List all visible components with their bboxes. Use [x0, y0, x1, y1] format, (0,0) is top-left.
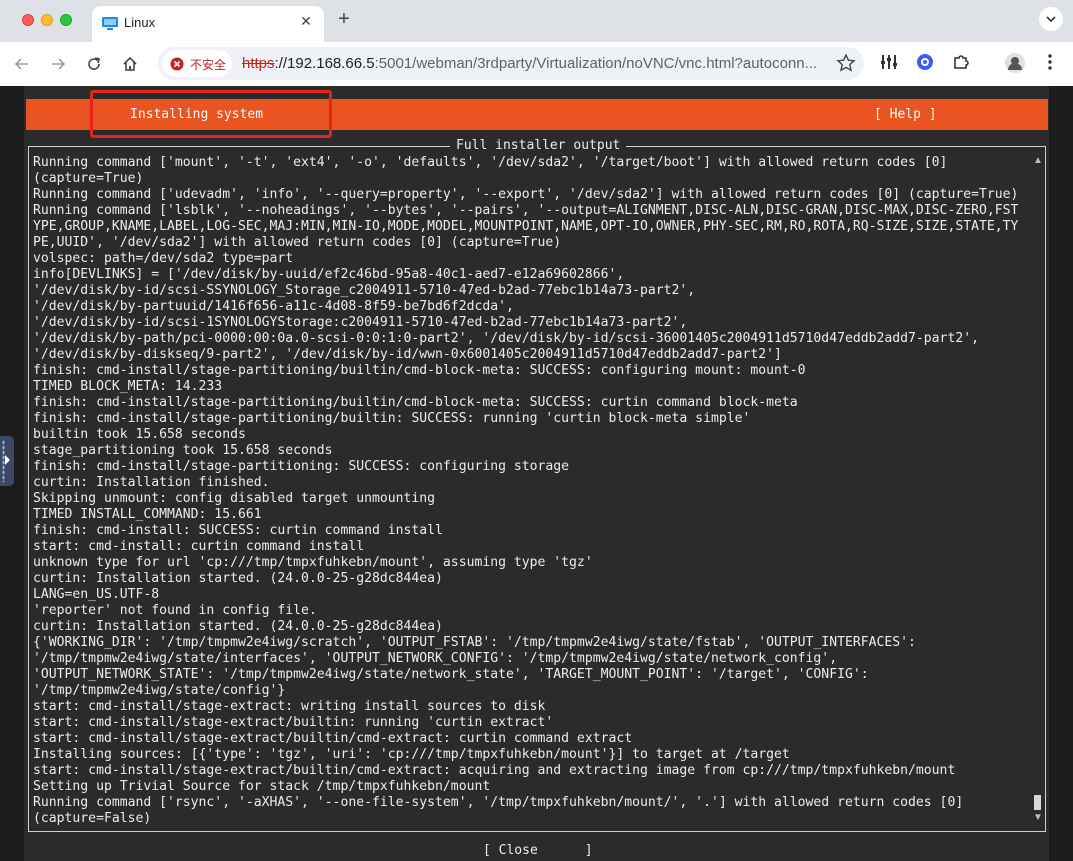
browser-tab-linux[interactable]: Linux ✕: [92, 6, 324, 42]
log-line: Running command ['lsblk', '--noheadings'…: [33, 203, 1019, 218]
tab-search-button[interactable]: [1039, 7, 1063, 31]
log-line: finish: cmd-install/stage-partitioning/b…: [33, 363, 806, 378]
window-close-button[interactable]: [22, 14, 34, 26]
log-line: finish: cmd-install/stage-partitioning/b…: [33, 395, 798, 410]
log-line: '/dev/disk/by-id/scsi-1SYNOLOGYStorage:c…: [33, 315, 688, 330]
synology-vm-icon: [102, 17, 118, 31]
log-line: PE,UUID', '/dev/sda2'] with allowed retu…: [33, 235, 562, 250]
log-line: builtin took 15.658 seconds: [33, 427, 246, 442]
log-line: '/tmp/tmpmw2e4iwg/state/config'}: [33, 683, 286, 698]
log-line: '/dev/disk/by-id/scsi-SSYNOLOGY_Storage_…: [33, 283, 696, 298]
log-line: '/dev/disk/by-partuuid/1416f656-a11c-4d0…: [33, 299, 514, 314]
log-line: 'reporter' not found in config file.: [33, 603, 317, 618]
scroll-down-arrow-icon[interactable]: ▼: [1033, 812, 1043, 823]
novnc-control-bar-handle[interactable]: [0, 436, 14, 486]
log-line: curtin: Installation started. (24.0.0-25…: [33, 619, 443, 634]
log-line: stage_partitioning took 15.658 seconds: [33, 443, 333, 458]
scroll-up-arrow-icon[interactable]: ▲: [1033, 155, 1043, 166]
log-line: YPE,GROUP,KNAME,LABEL,LOG-SEC,MAJ:MIN,MI…: [33, 219, 1019, 234]
log-line: start: cmd-install/stage-extract/builtin…: [33, 731, 633, 746]
log-line: Running command ['udevadm', 'info', '--q…: [33, 187, 1019, 202]
url-text[interactable]: https://192.168.66.5:5001/webman/3rdpart…: [242, 55, 832, 72]
log-line: start: cmd-install/stage-extract/builtin…: [33, 763, 956, 778]
log-line: (capture=False): [33, 811, 152, 826]
log-line: Setting up Trivial Source for stack /tmp…: [33, 779, 491, 794]
log-line: curtin: Installation started. (24.0.0-25…: [33, 571, 443, 586]
url-host: ://192.168.66.5: [274, 55, 375, 72]
extensions-puzzle-icon[interactable]: [951, 52, 971, 72]
expand-arrow-icon: [5, 455, 10, 465]
log-line: start: cmd-install: curtin command insta…: [33, 539, 365, 554]
url-scheme: https: [242, 55, 275, 72]
bookmark-star-icon[interactable]: [836, 53, 856, 73]
home-icon: [123, 56, 137, 71]
log-line: TIMED BLOCK_META: 14.233: [33, 379, 223, 394]
log-line: TIMED INSTALL_COMMAND: 15.661: [33, 507, 262, 522]
close-button[interactable]: [ Close ]: [483, 843, 593, 858]
help-button[interactable]: [ Help ]: [874, 107, 937, 122]
log-line: '/dev/disk/by-path/pci-0000:00:0a.0-scsi…: [33, 331, 979, 346]
security-label: 不安全: [190, 58, 227, 72]
log-line: finish: cmd-install/stage-partitioning: …: [33, 459, 570, 474]
reload-icon: [88, 57, 100, 70]
log-line: Running command ['rsync', '-aXHAS', '--o…: [33, 795, 964, 810]
log-line: {'WORKING_DIR': '/tmp/tmpmw2e4iwg/scratc…: [33, 635, 916, 650]
url-path: :5001/webman/3rdparty/Virtualization/noV…: [374, 55, 818, 72]
log-line: LANG=en_US.UTF-8: [33, 587, 160, 602]
security-chip[interactable]: 不安全: [162, 50, 232, 77]
arrow-left-icon: [14, 58, 28, 70]
log-line: Skipping unmount: config disabled target…: [33, 491, 436, 506]
log-line: curtin: Installation finished.: [33, 475, 270, 490]
scrollbar-thumb[interactable]: [1034, 795, 1041, 810]
address-bar[interactable]: 不安全 https://192.168.66.5:5001/webman/3rd…: [158, 47, 864, 80]
profile-avatar-icon[interactable]: [1004, 52, 1026, 74]
installer-log: Running command ['mount', '-t', 'ext4', …: [33, 155, 1033, 827]
tab-title: Linux: [124, 15, 156, 30]
reload-button[interactable]: [82, 52, 106, 76]
tab-close-icon[interactable]: ✕: [296, 13, 316, 30]
log-line: '/tmp/tmpmw2e4iwg/state/interfaces', 'OU…: [33, 651, 838, 666]
back-button[interactable]: [10, 52, 34, 76]
extension-tool-icon[interactable]: [879, 52, 899, 72]
log-line: volspec: path=/dev/sda2 type=part: [33, 251, 294, 266]
extension-circle-icon[interactable]: [915, 52, 935, 72]
chevron-down-icon: [1046, 16, 1056, 23]
forward-button[interactable]: [46, 52, 70, 76]
log-line: Installing sources: [{'type': 'tgz', 'ur…: [33, 747, 790, 762]
more-menu-icon[interactable]: [1042, 52, 1058, 72]
browser-tab-bar: Linux ✕ +: [0, 0, 1073, 42]
window-zoom-button[interactable]: [60, 14, 72, 26]
log-line: finish: cmd-install: SUCCESS: curtin com…: [33, 523, 443, 538]
log-line: unknown type for url 'cp:///tmp/tmpxfuhk…: [33, 555, 593, 570]
log-line: Running command ['mount', '-t', 'ext4', …: [33, 155, 948, 170]
log-line: finish: cmd-install/stage-partitioning/b…: [33, 411, 751, 426]
highlight-annotation: [90, 90, 332, 138]
browser-toolbar: 不安全 https://192.168.66.5:5001/webman/3rd…: [0, 42, 1073, 87]
log-line: (capture=True): [33, 171, 144, 186]
log-line: start: cmd-install/stage-extract/builtin…: [33, 715, 554, 730]
new-tab-button[interactable]: +: [334, 8, 354, 31]
log-line: start: cmd-install/stage-extract: writin…: [33, 699, 546, 714]
log-line: 'OUTPUT_NETWORK_STATE': '/tmp/tmpmw2e4iw…: [33, 667, 869, 682]
log-line: info[DEVLINKS] = ['/dev/disk/by-uuid/ef2…: [33, 267, 625, 282]
window-minimize-button[interactable]: [41, 14, 53, 26]
home-button[interactable]: [118, 52, 142, 76]
arrow-right-icon: [52, 58, 66, 70]
log-line: '/dev/disk/by-diskseq/9-part2', '/dev/di…: [33, 347, 782, 362]
not-secure-icon: [170, 57, 184, 71]
output-frame-title: Full installer output: [450, 138, 627, 153]
